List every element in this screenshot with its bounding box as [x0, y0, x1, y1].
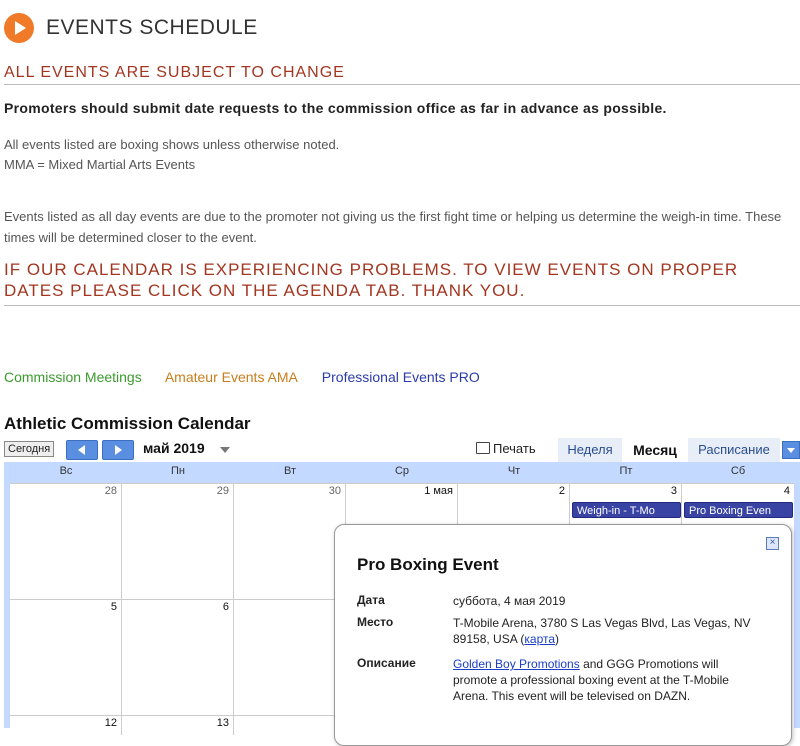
- amateur-events-link[interactable]: Amateur Events AMA: [165, 369, 298, 385]
- day-number: 2: [558, 485, 565, 497]
- subject-to-change-notice: ALL EVENTS ARE SUBJECT TO CHANGE: [4, 64, 800, 85]
- day-cell[interactable]: 5: [10, 599, 122, 715]
- printer-icon: [476, 442, 490, 454]
- tab-week[interactable]: Неделя: [558, 438, 622, 462]
- dow-thu: Чт: [507, 465, 521, 477]
- dow-tue: Вт: [283, 465, 296, 477]
- dow-wed: Ср: [394, 465, 410, 477]
- date-label: Дата: [357, 593, 385, 607]
- day-number: 3: [670, 485, 677, 497]
- place-address: T-Mobile Arena, 3780 S Las Vegas Blvd, L…: [453, 616, 751, 646]
- page-title: EVENTS SCHEDULE: [46, 16, 258, 39]
- month-label: май 2019: [143, 440, 205, 456]
- calendar-problems-notice: IF OUR CALENDAR IS EXPERIENCING PROBLEMS…: [4, 259, 800, 306]
- prev-month-button[interactable]: [66, 440, 98, 460]
- calendar-links: Commission Meetings Amateur Events AMA P…: [4, 369, 500, 385]
- today-button[interactable]: Сегодня: [4, 441, 55, 457]
- day-number: 29: [216, 485, 229, 497]
- day-cell[interactable]: 28: [10, 483, 122, 599]
- view-menu-button[interactable]: [782, 441, 800, 459]
- event-weigh-in[interactable]: Weigh-in - T-Mo: [572, 502, 681, 518]
- commission-meetings-link[interactable]: Commission Meetings: [4, 369, 142, 385]
- print-label: Печать: [493, 441, 536, 456]
- day-number: 28: [104, 485, 117, 497]
- map-link[interactable]: карта: [524, 632, 555, 646]
- day-cell[interactable]: 12: [10, 715, 122, 735]
- golden-boy-link[interactable]: Golden Boy Promotions: [453, 657, 580, 671]
- next-month-button[interactable]: [102, 440, 134, 460]
- event-pro-boxing[interactable]: Pro Boxing Even: [684, 502, 793, 518]
- promoters-notice: Promoters should submit date requests to…: [4, 100, 667, 116]
- month-dropdown-icon[interactable]: [220, 447, 230, 453]
- day-number: 13: [216, 717, 229, 729]
- day-cell[interactable]: 1: [234, 715, 346, 735]
- day-number: 30: [328, 485, 341, 497]
- days-of-week-row: Вс Пн Вт Ср Чт Пт Сб: [4, 462, 800, 483]
- boxing-line: All events listed are boxing shows unles…: [4, 137, 340, 152]
- day-number: 1 мая: [424, 485, 453, 497]
- mma-line: MMA = Mixed Martial Arts Events: [4, 157, 196, 172]
- calendar-title: Athletic Commission Calendar: [4, 414, 251, 433]
- day-number: 4: [783, 485, 790, 497]
- day-cell[interactable]: [234, 599, 346, 715]
- day-cell[interactable]: 6: [122, 599, 234, 715]
- all-day-notice: Events listed as all day events are due …: [4, 209, 782, 245]
- play-icon: [4, 13, 34, 43]
- print-button[interactable]: Печать: [476, 441, 536, 456]
- dow-mon: Пн: [171, 465, 185, 477]
- description-value: Golden Boy Promotions and GGG Promotions…: [453, 656, 753, 704]
- description-label: Описание: [357, 656, 416, 670]
- popup-title: Pro Boxing Event: [357, 555, 499, 574]
- professional-events-link[interactable]: Professional Events PRO: [322, 369, 480, 385]
- calendar-toolbar: Сегодня май 2019 Печать Неделя Месяц Рас…: [4, 438, 800, 462]
- tab-agenda[interactable]: Расписание: [688, 438, 780, 462]
- day-cell[interactable]: 29: [122, 483, 234, 599]
- day-cell[interactable]: 13: [122, 715, 234, 735]
- day-cell[interactable]: 30: [234, 483, 346, 599]
- page-header: EVENTS SCHEDULE: [4, 12, 258, 44]
- dow-sat: Сб: [730, 465, 746, 477]
- event-details-popup: × Pro Boxing Event Дата суббота, 4 мая 2…: [334, 524, 792, 746]
- day-number: 5: [110, 601, 117, 613]
- date-value: суббота, 4 мая 2019: [453, 594, 566, 608]
- dow-fri: Пт: [619, 465, 633, 477]
- day-number: 12: [104, 717, 117, 729]
- place-value: T-Mobile Arena, 3780 S Las Vegas Blvd, L…: [453, 615, 753, 647]
- close-icon[interactable]: ×: [766, 537, 779, 550]
- place-label: Место: [357, 615, 394, 629]
- map-close-paren: ): [555, 632, 560, 646]
- dow-sun: Вс: [59, 465, 73, 477]
- tab-month[interactable]: Месяц: [624, 438, 686, 462]
- day-number: 6: [222, 601, 229, 613]
- events-info: All events listed are boxing shows unles…: [4, 135, 339, 175]
